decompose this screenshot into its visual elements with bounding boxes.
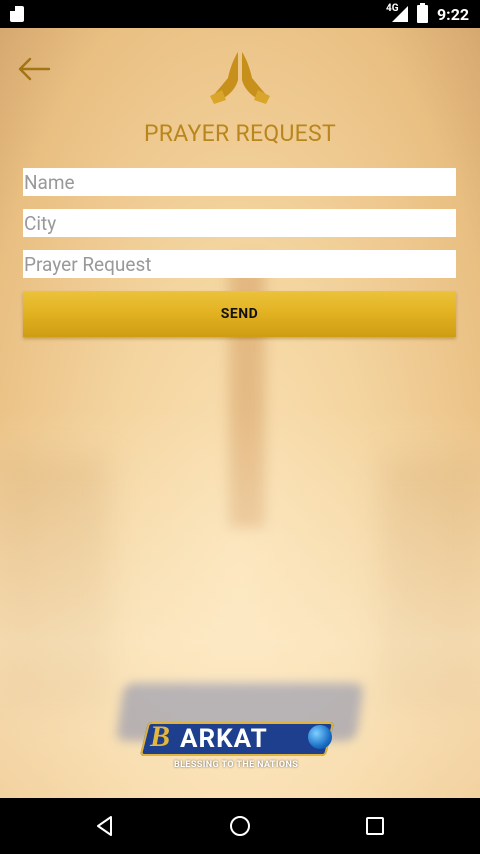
- recents-square-icon[interactable]: [363, 814, 387, 838]
- prayer-request-screen: PRAYER REQUEST SEND B ARKAT BLESSING TO …: [0, 28, 480, 798]
- back-triangle-icon[interactable]: [93, 814, 117, 838]
- name-field[interactable]: [23, 168, 456, 196]
- status-clock: 9:22: [437, 5, 470, 24]
- prayer-request-field[interactable]: [23, 250, 456, 278]
- sd-card-icon: [10, 6, 24, 22]
- barkat-logo: B ARKAT BLESSING TO THE NATIONS: [139, 718, 340, 778]
- send-button[interactable]: SEND: [23, 291, 456, 337]
- navigation-bar: [0, 798, 480, 854]
- home-circle-icon[interactable]: [228, 814, 252, 838]
- signal-icon: [392, 6, 408, 22]
- logo-tagline: BLESSING TO THE NATIONS: [174, 760, 299, 770]
- status-bar: 4G 9:22: [0, 0, 480, 28]
- back-button[interactable]: [16, 56, 52, 82]
- arrow-left-icon: [18, 57, 51, 81]
- globe-icon: [308, 725, 332, 749]
- logo-word: ARKAT: [180, 724, 268, 754]
- page-title: PRAYER REQUEST: [143, 120, 337, 147]
- battery-icon: [417, 3, 428, 23]
- logo-letter: B: [150, 720, 171, 753]
- praying-hands-icon: [208, 48, 272, 104]
- city-field[interactable]: [23, 209, 456, 237]
